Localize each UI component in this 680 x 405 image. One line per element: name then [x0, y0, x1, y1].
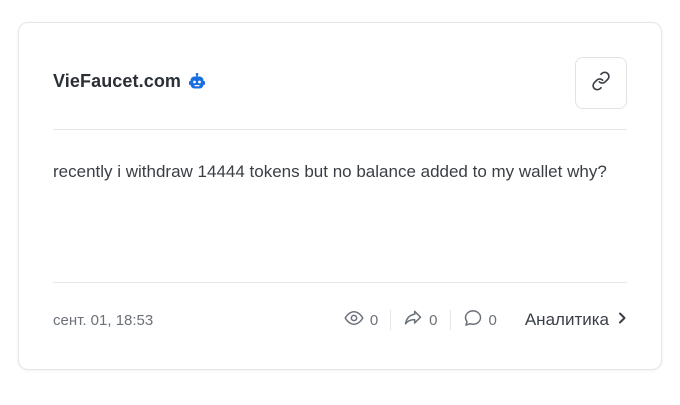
chevron-right-icon	[617, 310, 627, 330]
comments-count: 0	[488, 311, 497, 329]
eye-icon	[344, 308, 364, 332]
views-stat: 0	[332, 308, 390, 332]
bot-icon	[189, 72, 206, 91]
link-icon	[591, 70, 611, 96]
channel: VieFaucet.com	[53, 71, 206, 92]
shares-count: 0	[429, 311, 438, 329]
post-card: VieFaucet.com recently i withdraw 14444 …	[18, 22, 662, 370]
comments-stat: 0	[451, 308, 509, 332]
post-footer: сент. 01, 18:53 0 0 0 Аналитика	[53, 307, 627, 333]
post-stats: 0 0 0 Аналитика	[332, 308, 627, 332]
header-divider	[53, 129, 627, 130]
copy-link-button[interactable]	[575, 57, 627, 109]
footer-divider	[53, 282, 627, 283]
analytics-label: Аналитика	[524, 310, 609, 329]
analytics-link[interactable]: Аналитика	[525, 310, 627, 330]
post-header: VieFaucet.com	[53, 57, 627, 109]
post-message: recently i withdraw 14444 tokens but no …	[53, 162, 607, 181]
comment-icon	[463, 308, 483, 332]
shares-stat: 0	[391, 308, 449, 332]
views-count: 0	[369, 311, 379, 329]
share-icon	[403, 308, 423, 332]
channel-name: VieFaucet.com	[53, 71, 182, 91]
post-date: сент. 01, 18:53	[53, 311, 154, 329]
